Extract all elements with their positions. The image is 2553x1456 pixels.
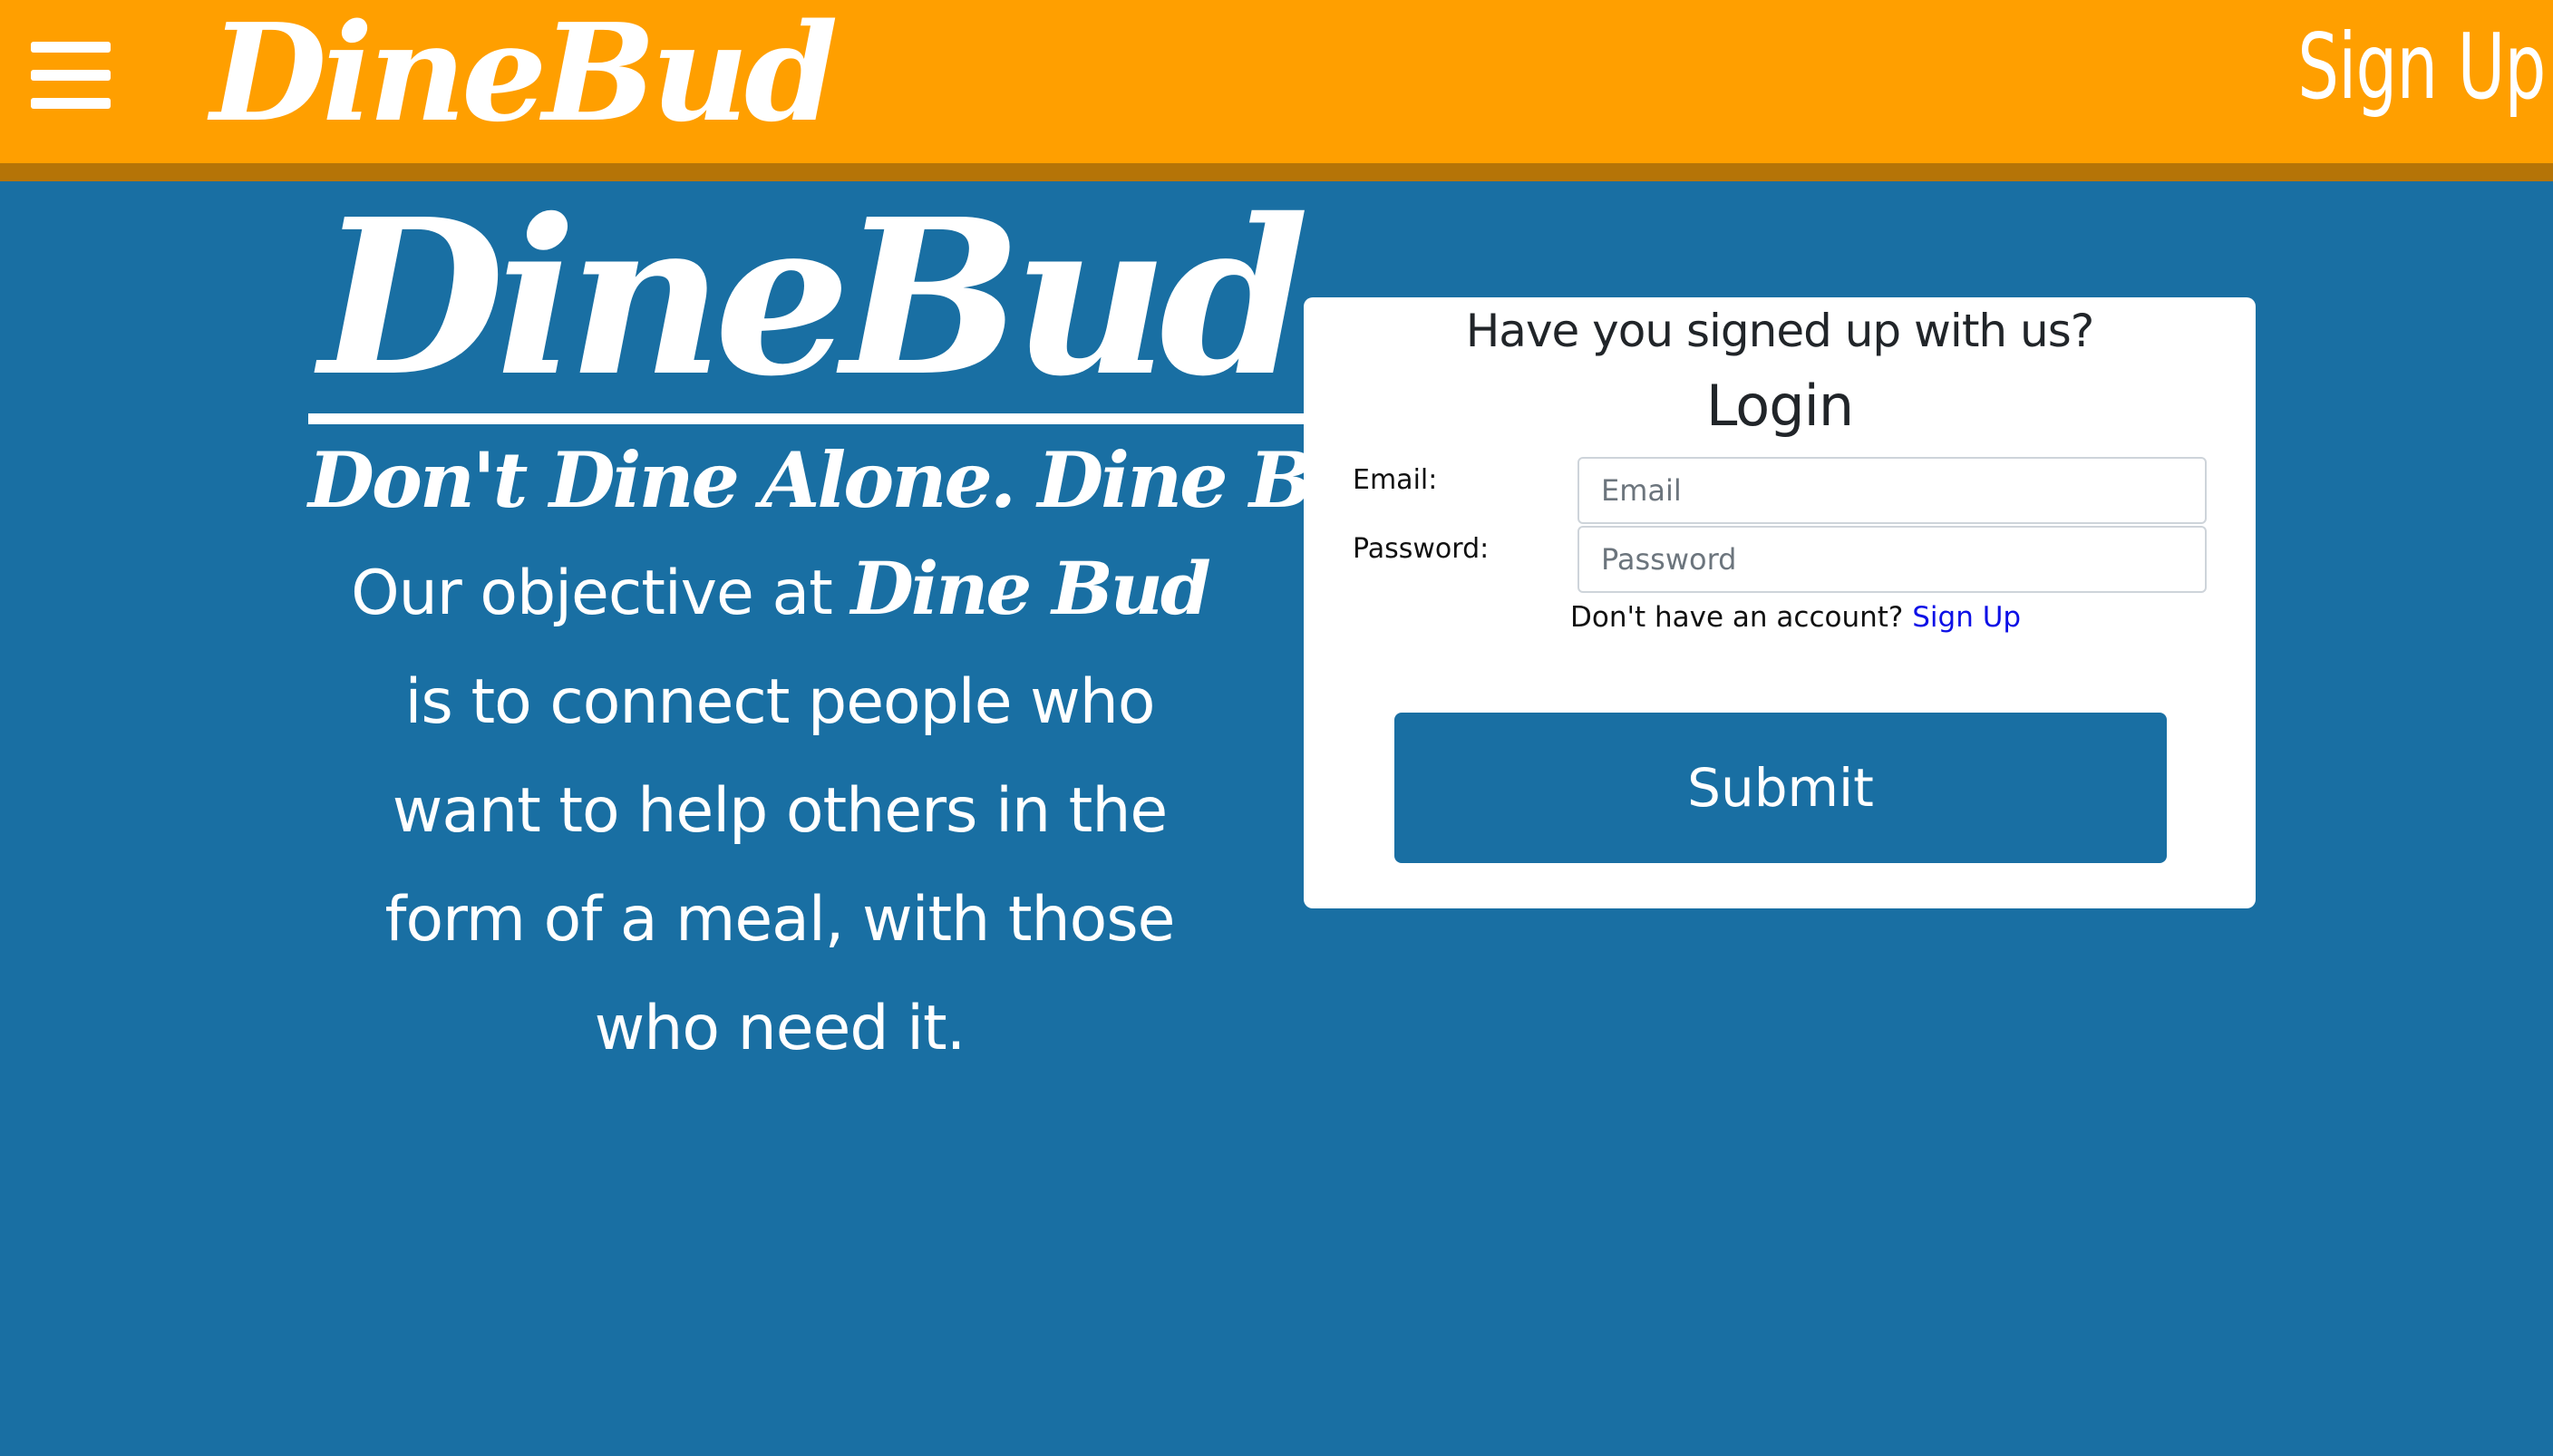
card-signup-link[interactable]: Sign Up bbox=[1912, 601, 2021, 634]
top-navbar: DineBud Sign Up bbox=[0, 0, 2553, 181]
signup-question: Have you signed up with us? bbox=[1465, 305, 2095, 357]
password-field[interactable] bbox=[1577, 526, 2207, 593]
navbar-brand-logo[interactable]: DineBud bbox=[210, 0, 839, 154]
login-card: Have you signed up with us? Login Email:… bbox=[1304, 297, 2256, 908]
no-account-prompt: Don't have an account? Sign Up bbox=[1570, 598, 2021, 636]
description-prefix: Our objective at bbox=[351, 557, 833, 629]
description-brand: Dine Bud bbox=[850, 545, 1210, 631]
hero-description: Our objective at Dine Bud is to connect … bbox=[322, 534, 1238, 1083]
no-account-text: Don't have an account? bbox=[1570, 601, 1904, 634]
hamburger-menu-icon[interactable] bbox=[31, 42, 111, 109]
description-suffix: is to connect people who want to help ot… bbox=[384, 665, 1176, 1064]
login-heading: Login bbox=[1705, 373, 1854, 439]
hamburger-bar bbox=[31, 42, 111, 53]
password-label: Password: bbox=[1353, 533, 1490, 565]
hero-title: DineBud bbox=[308, 190, 1312, 424]
email-label: Email: bbox=[1353, 464, 1438, 496]
hero-tagline: Don't Dine Alone. Dine Bud. bbox=[308, 435, 1441, 525]
hamburger-bar bbox=[31, 98, 111, 109]
hamburger-bar bbox=[31, 70, 111, 81]
hero-section: DineBud Don't Dine Alone. Dine Bud. Our … bbox=[308, 190, 1441, 1083]
navbar-signup-link[interactable]: Sign Up bbox=[2298, 4, 2547, 131]
submit-button[interactable]: Submit bbox=[1394, 713, 2167, 863]
email-field[interactable] bbox=[1577, 457, 2207, 524]
